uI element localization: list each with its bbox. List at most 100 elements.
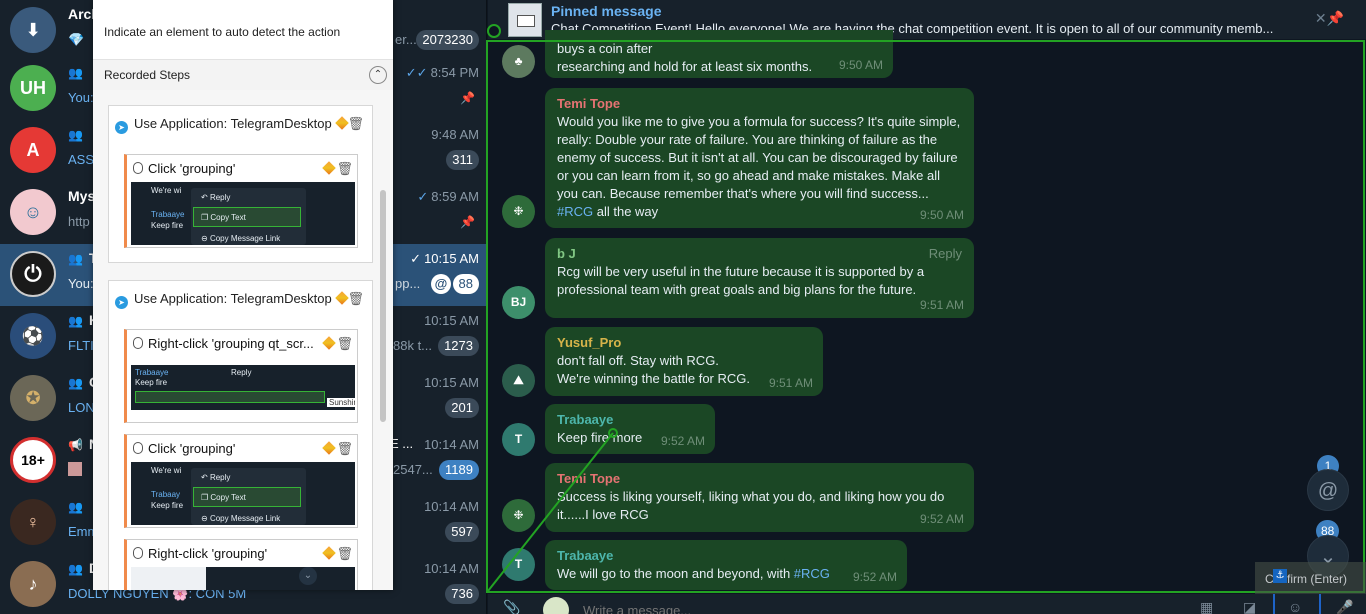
avatar: ⏻ bbox=[10, 251, 56, 297]
unread-badge: 201 bbox=[445, 398, 479, 418]
substep-title: Click 'grouping' bbox=[133, 441, 235, 456]
chat-preview: You: bbox=[68, 276, 94, 291]
group-icon: 👥 bbox=[68, 314, 83, 328]
avatar: ✪ bbox=[10, 375, 56, 421]
message-sender: Temi Tope bbox=[557, 96, 621, 111]
bot-avatar-icon[interactable] bbox=[543, 597, 569, 614]
recorder-panel: Indicate an element to auto detect the a… bbox=[93, 0, 393, 590]
unread-badge: 311 bbox=[446, 150, 479, 170]
avatar: ⛰ bbox=[502, 364, 535, 397]
message-text: buys a coin after researching and hold f… bbox=[557, 41, 813, 74]
mouse-icon bbox=[133, 337, 143, 349]
message-time: 9:51 AM bbox=[768, 376, 813, 390]
microphone-icon[interactable]: 🎤 bbox=[1336, 599, 1353, 614]
unread-badge: 1273 bbox=[438, 336, 479, 356]
chat-preview: LON bbox=[68, 400, 95, 415]
package-icon bbox=[319, 546, 336, 561]
substep-card[interactable]: Click 'grouping' 🗑 We're wi Trabaaye Kee… bbox=[124, 154, 358, 248]
trash-icon[interactable]: 🗑 bbox=[347, 291, 364, 307]
pinned-thumbnail bbox=[508, 3, 542, 37]
chat-preview: FLTI bbox=[68, 338, 94, 353]
avatar: UH bbox=[10, 65, 56, 111]
group-icon: 👥 bbox=[68, 252, 83, 266]
hashtag-link[interactable]: #RCG bbox=[794, 566, 830, 581]
calendar-icon[interactable]: ▦ bbox=[1200, 599, 1213, 614]
command-icon[interactable]: ◪ bbox=[1243, 599, 1256, 614]
hashtag-link[interactable]: #RCG bbox=[557, 204, 593, 219]
chat-time: 10:15 AM bbox=[424, 375, 479, 390]
message-time: 9:52 AM bbox=[852, 570, 897, 584]
substep-title: Right-click 'grouping' bbox=[133, 546, 267, 561]
chat-name: Mys bbox=[68, 188, 96, 204]
message-text: Would you like me to give you a formula … bbox=[557, 114, 961, 219]
group-icon: 👥 bbox=[68, 66, 83, 80]
recorder-hint: Indicate an element to auto detect the a… bbox=[93, 0, 393, 60]
chat-name: 👥 bbox=[68, 498, 89, 514]
collapse-icon[interactable]: ⌃ bbox=[369, 66, 387, 84]
message-text: Rcg will be very useful in the future be… bbox=[557, 264, 925, 297]
avatar: ♪ bbox=[10, 561, 56, 607]
step-card[interactable]: ➤ Use Application: TelegramDesktop 🗑 Righ… bbox=[108, 280, 373, 590]
message-bubble[interactable]: Yusuf_Pro don't fall off. Stay with RCG.… bbox=[545, 327, 823, 396]
trash-icon[interactable]: 🗑 bbox=[336, 161, 353, 177]
message-bubble[interactable]: b J Reply Rcg will be very useful in the… bbox=[545, 238, 974, 318]
step-card[interactable]: ➤ Use Application: TelegramDesktop 🗑 Clic… bbox=[108, 105, 373, 263]
unread-badge: 88 bbox=[452, 274, 479, 294]
substep-title: Right-click 'grouping qt_scr... bbox=[133, 336, 314, 351]
sent-check-icon: ✓ bbox=[410, 251, 422, 266]
telegram-icon: ➤ bbox=[115, 121, 128, 134]
message-bubble[interactable]: Temi Tope Would you like me to give you … bbox=[545, 88, 974, 228]
message-sender: Trabaaye bbox=[557, 548, 614, 563]
confirm-tooltip: Confirm (Enter) bbox=[1255, 562, 1366, 594]
step-screenshot: We're wi Trabaaye Keep fire ↶ Reply ❐ Co… bbox=[131, 182, 355, 245]
message-text: We will go to the moon and beyond, with … bbox=[557, 566, 830, 581]
unpin-icon[interactable]: ✕📌 bbox=[1315, 10, 1344, 27]
trash-icon[interactable]: 🗑 bbox=[336, 546, 353, 562]
chat-time: 10:15 AM bbox=[424, 313, 479, 328]
chat-preview: You: bbox=[68, 90, 94, 105]
substep-card[interactable]: Right-click 'grouping' 🗑 ⌄ bbox=[124, 539, 358, 590]
attach-icon[interactable]: 📎 bbox=[503, 599, 520, 614]
chat-preview-tail: 2547... bbox=[393, 462, 433, 477]
avatar: ❉ bbox=[502, 195, 535, 228]
emoji-highlight bbox=[1273, 594, 1321, 614]
message-bubble[interactable]: buys a coin after researching and hold f… bbox=[545, 30, 893, 78]
group-icon: 👥 bbox=[68, 376, 83, 390]
avatar: ♣ bbox=[502, 45, 535, 78]
scrollbar[interactable] bbox=[380, 190, 386, 422]
chat-time: 10:14 AM bbox=[424, 437, 479, 452]
trash-icon[interactable]: 🗑 bbox=[336, 441, 353, 457]
message-sender: b J bbox=[557, 246, 576, 261]
avatar: ⚽ bbox=[10, 313, 56, 359]
avatar: T bbox=[502, 423, 535, 456]
chat-preview-tail: 88k t... bbox=[393, 338, 433, 353]
avatar: ☺ bbox=[10, 189, 56, 235]
mention-badge: @ bbox=[431, 274, 451, 294]
substep-card[interactable]: Click 'grouping' 🗑 We're wi Trabaay Keep… bbox=[124, 434, 358, 528]
chat-name: 👥 bbox=[68, 126, 89, 142]
message-bubble[interactable]: Trabaaye Keep fire more 9:52 AM bbox=[545, 404, 715, 454]
chat-preview-tail: er... bbox=[395, 32, 417, 47]
chat-preview: http bbox=[68, 214, 90, 229]
mouse-icon bbox=[133, 162, 143, 174]
message-input[interactable] bbox=[583, 600, 1083, 614]
recorded-steps-list: ➤ Use Application: TelegramDesktop 🗑 Clic… bbox=[93, 90, 393, 590]
reply-button[interactable]: Reply bbox=[929, 246, 962, 261]
message-bubble[interactable]: Trabaaye We will go to the moon and beyo… bbox=[545, 540, 907, 590]
package-icon bbox=[319, 336, 336, 351]
trash-icon[interactable]: 🗑 bbox=[336, 336, 353, 352]
mention-jump-button[interactable]: @ bbox=[1307, 469, 1349, 511]
package-icon bbox=[319, 441, 336, 456]
chat-time: 9:48 AM bbox=[431, 127, 479, 142]
read-check-icon: ✓✓ bbox=[405, 65, 428, 80]
message-bubble[interactable]: Temi Tope Success is liking yourself, li… bbox=[545, 463, 974, 532]
anchor-icon: ⚓ bbox=[1273, 569, 1287, 583]
chat-time: ✓ 8:59 AM bbox=[417, 189, 479, 204]
chat-preview-tail: pp... bbox=[395, 276, 421, 291]
substep-card[interactable]: Right-click 'grouping qt_scr... 🗑 Trabaa… bbox=[124, 329, 358, 423]
avatar: BJ bbox=[502, 286, 535, 319]
chat-time: 10:14 AM bbox=[424, 499, 479, 514]
trash-icon[interactable]: 🗑 bbox=[347, 116, 364, 132]
avatar: T bbox=[502, 548, 535, 581]
step-screenshot: ⌄ bbox=[131, 567, 355, 590]
